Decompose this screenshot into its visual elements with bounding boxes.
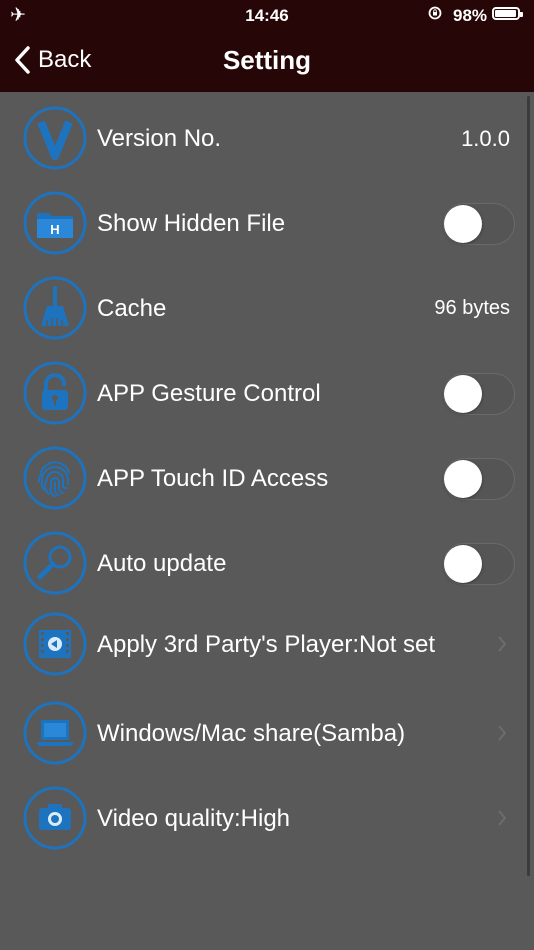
padlock-icon: [23, 361, 87, 425]
setting-row-auto-update: Auto update: [0, 521, 534, 606]
setting-row-cache[interactable]: Cache 96 bytes: [0, 266, 534, 351]
setting-row-show-hidden-file: H Show Hidden File: [0, 181, 534, 266]
gesture-control-toggle[interactable]: [443, 373, 515, 415]
setting-label: Windows/Mac share(Samba): [97, 720, 406, 747]
setting-row-touch-id: APP Touch ID Access: [0, 436, 534, 521]
setting-label: Video quality:High: [97, 805, 291, 832]
setting-label: Auto update: [97, 550, 227, 577]
navigation-bar: ✈ 14:46 98% Back Setting: [0, 0, 534, 92]
version-value: 1.0.0: [461, 126, 510, 151]
hidden-folder-icon: H: [23, 191, 87, 255]
setting-label: Version No.: [97, 125, 222, 152]
setting-label: Cache: [97, 295, 167, 322]
chevron-right-icon: [498, 810, 507, 826]
setting-row-samba-share[interactable]: Windows/Mac share(Samba): [0, 691, 534, 776]
setting-row-version: Version No. 1.0.0: [0, 96, 534, 181]
show-hidden-file-toggle[interactable]: [443, 203, 515, 245]
setting-row-video-quality[interactable]: Video quality:High: [0, 776, 534, 861]
magnifier-icon: [23, 531, 87, 595]
status-bar: ✈ 14:46 98%: [0, 0, 534, 30]
broom-icon: [23, 276, 87, 340]
battery-icon: [492, 7, 523, 20]
setting-label: APP Touch ID Access: [97, 465, 329, 492]
page-title: Setting: [222, 45, 312, 75]
svg-text:H: H: [50, 222, 59, 237]
version-v-icon: [23, 106, 87, 170]
rotation-lock-icon: [428, 6, 442, 20]
setting-label: Show Hidden File: [97, 210, 286, 237]
laptop-icon: [23, 701, 87, 765]
setting-row-gesture-control: APP Gesture Control: [0, 351, 534, 436]
scrollbar[interactable]: [527, 96, 530, 876]
chevron-right-icon: [498, 636, 507, 652]
battery-percent: 98%: [453, 6, 488, 25]
touch-id-toggle[interactable]: [443, 458, 515, 500]
chevron-right-icon: [498, 725, 507, 741]
camera-icon: [23, 786, 87, 850]
fingerprint-icon: [23, 446, 87, 510]
setting-label: APP Gesture Control: [97, 380, 321, 407]
film-player-icon: [23, 612, 87, 676]
auto-update-toggle[interactable]: [443, 543, 515, 585]
setting-label: Apply 3rd Party's Player:Not set: [97, 631, 436, 658]
setting-row-third-party-player[interactable]: Apply 3rd Party's Player:Not set: [0, 602, 534, 687]
cache-size-value: 96 bytes: [434, 297, 510, 319]
